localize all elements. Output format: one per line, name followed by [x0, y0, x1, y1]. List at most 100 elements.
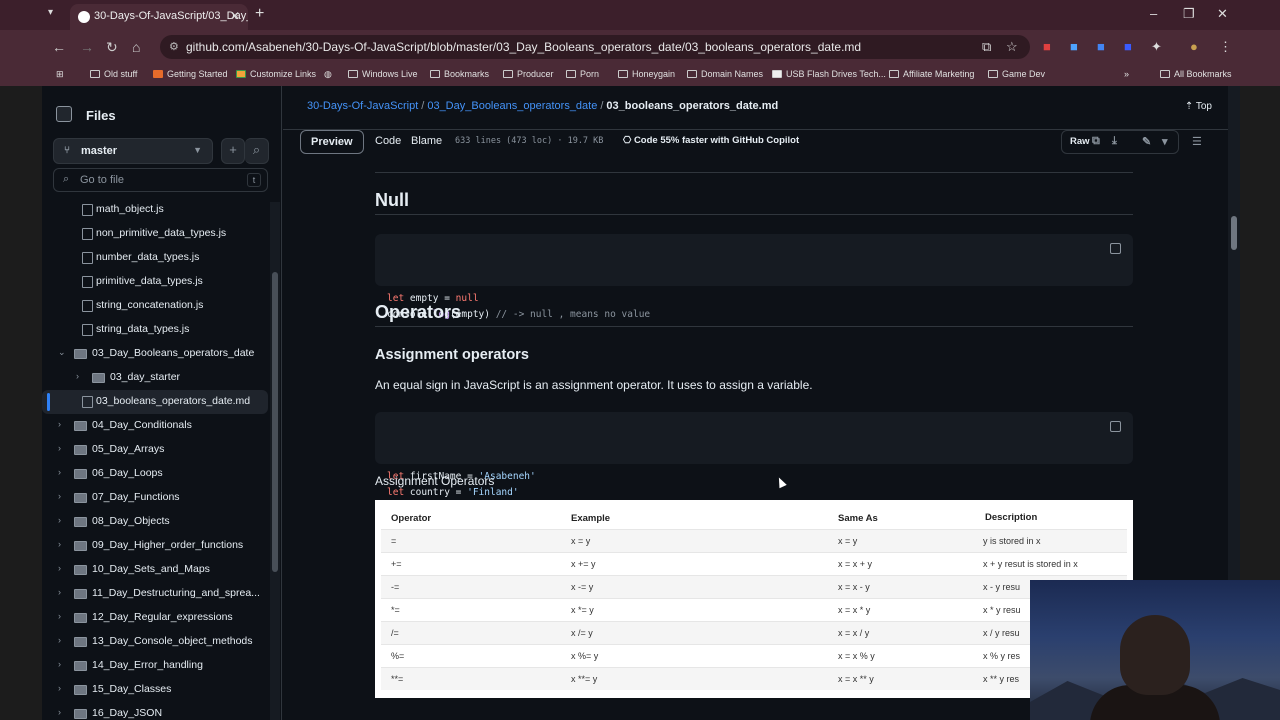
tab-search-icon[interactable]: ▾: [48, 7, 53, 18]
chevron-right-icon[interactable]: ›: [58, 683, 61, 693]
back-icon[interactable]: ←: [52, 39, 66, 55]
tree-item[interactable]: string_concatenation.js: [42, 294, 268, 318]
tree-item[interactable]: › 04_Day_Conditionals: [42, 414, 268, 438]
more-bookmarks-icon[interactable]: »: [1124, 69, 1129, 79]
bookmark-customize-links[interactable]: Customize Links: [236, 69, 316, 79]
edit-dropdown-icon[interactable]: ▾: [1162, 135, 1168, 148]
tree-item[interactable]: ⌄ 03_Day_Booleans_operators_date: [42, 342, 268, 366]
apps-grid-icon[interactable]: ⊞: [56, 69, 64, 80]
bookmark-producer[interactable]: Producer: [503, 69, 554, 79]
translate-icon[interactable]: ■: [1097, 39, 1105, 54]
download-icon[interactable]: ⤓: [1112, 135, 1117, 148]
tree-item[interactable]: number_data_types.js: [42, 246, 268, 270]
all-bookmarks[interactable]: All Bookmarks: [1160, 69, 1232, 79]
outline-icon[interactable]: ☰: [1192, 135, 1202, 148]
top-button[interactable]: ⇡ Top: [1185, 101, 1212, 112]
tree-item[interactable]: non_primitive_data_types.js: [42, 222, 268, 246]
tree-item[interactable]: primitive_data_types.js: [42, 270, 268, 294]
extension-blue-icon[interactable]: ■: [1070, 39, 1078, 54]
breadcrumb-folder[interactable]: 03_Day_Booleans_operators_date: [427, 100, 597, 112]
table-cell: x = x * y: [838, 605, 871, 615]
profile-avatar[interactable]: ●: [1190, 39, 1198, 54]
chevron-right-icon[interactable]: ›: [58, 659, 61, 669]
bookmark-porn[interactable]: Porn: [566, 69, 599, 79]
tree-item[interactable]: › 06_Day_Loops: [42, 462, 268, 486]
bookmark-globe-icon[interactable]: ◍: [324, 69, 332, 80]
bookmark-affiliate-marketing[interactable]: Affiliate Marketing: [889, 69, 974, 79]
bookmark-old-stuff[interactable]: Old stuff: [90, 69, 137, 79]
add-file-button[interactable]: +: [221, 138, 245, 164]
bookmark-honeygain[interactable]: Honeygain: [618, 69, 675, 79]
reload-icon[interactable]: ↻: [106, 39, 118, 56]
bookmark-game-dev[interactable]: Game Dev: [988, 69, 1045, 79]
tree-item[interactable]: › 07_Day_Functions: [42, 486, 268, 510]
go-to-file-input[interactable]: ⌕ Go to file t: [53, 168, 268, 192]
bookmark-star-icon[interactable]: ☆: [1006, 39, 1018, 55]
tree-item[interactable]: › 12_Day_Regular_expressions: [42, 606, 268, 630]
home-icon[interactable]: ⌂: [132, 39, 140, 55]
browser-tab-active[interactable]: 30-Days-Of-JavaScript/03_Day_Bo... ✕: [70, 4, 248, 30]
copilot-banner[interactable]: ⎔ Code 55% faster with GitHub Copilot: [623, 135, 799, 146]
tree-item[interactable]: › 13_Day_Console_object_methods: [42, 630, 268, 654]
tree-item[interactable]: math_object.js: [42, 198, 268, 222]
chevron-right-icon[interactable]: ›: [58, 563, 61, 573]
tree-item[interactable]: › 03_day_starter: [42, 366, 268, 390]
new-tab-icon[interactable]: +: [255, 5, 264, 23]
tree-item[interactable]: 03_booleans_operators_date.md: [42, 390, 268, 414]
tree-item[interactable]: string_data_types.js: [42, 318, 268, 342]
minimize-icon[interactable]: –: [1150, 6, 1157, 21]
branch-selector[interactable]: ⑂ master ▼: [53, 138, 213, 164]
tree-item[interactable]: › 05_Day_Arrays: [42, 438, 268, 462]
extension-vpn-icon[interactable]: ■: [1124, 39, 1132, 54]
bookmark-windows-live[interactable]: Windows Live: [348, 69, 418, 79]
table-caption: Assignment Operators: [375, 474, 495, 488]
copy-icon[interactable]: [1110, 243, 1121, 254]
tree-item[interactable]: › 08_Day_Objects: [42, 510, 268, 534]
tree-item[interactable]: › 14_Day_Error_handling: [42, 654, 268, 678]
chevron-right-icon[interactable]: ›: [58, 515, 61, 525]
chevron-right-icon[interactable]: ›: [58, 539, 61, 549]
bookmark-usb-flash[interactable]: USB Flash Drives Tech...: [772, 69, 886, 79]
collapse-sidebar-icon[interactable]: [56, 106, 72, 122]
tree-item[interactable]: › 10_Day_Sets_and_Maps: [42, 558, 268, 582]
chevron-right-icon[interactable]: ›: [58, 707, 61, 717]
tab-blame[interactable]: Blame: [401, 130, 452, 154]
copy-raw-icon[interactable]: ⧉: [1092, 135, 1100, 148]
chevron-right-icon[interactable]: ›: [58, 467, 61, 477]
edit-pencil-icon[interactable]: ✎: [1142, 135, 1151, 148]
tree-item-label: 08_Day_Objects: [92, 515, 170, 527]
close-window-icon[interactable]: ✕: [1217, 6, 1228, 22]
chevron-right-icon[interactable]: ›: [76, 371, 79, 381]
chevron-right-icon[interactable]: ›: [58, 611, 61, 621]
breadcrumb-repo[interactable]: 30-Days-Of-JavaScript: [307, 100, 418, 112]
chevron-right-icon[interactable]: ›: [58, 635, 61, 645]
url-field[interactable]: ⚙ github.com/Asabeneh/30-Days-Of-JavaScr…: [160, 35, 1030, 59]
extension-red-icon[interactable]: ■: [1043, 39, 1051, 54]
sidebar-scrollbar[interactable]: [270, 202, 280, 720]
search-button[interactable]: ⌕: [245, 138, 269, 164]
chevron-right-icon[interactable]: ›: [58, 491, 61, 501]
chevron-down-icon[interactable]: ⌄: [58, 347, 66, 358]
tree-item[interactable]: › 15_Day_Classes: [42, 678, 268, 702]
tab-preview[interactable]: Preview: [300, 130, 364, 154]
folder-icon: [74, 445, 87, 455]
browser-menu-icon[interactable]: ⋮: [1219, 39, 1232, 55]
bookmark-getting-started[interactable]: Getting Started: [153, 69, 228, 79]
close-tab-icon[interactable]: ✕: [230, 9, 240, 23]
restore-icon[interactable]: ❐: [1183, 6, 1195, 22]
chevron-right-icon[interactable]: ›: [58, 443, 61, 453]
tree-item[interactable]: › 16_Day_JSON: [42, 702, 268, 720]
forward-icon[interactable]: →: [80, 39, 94, 55]
bookmark-domain-names[interactable]: Domain Names: [687, 69, 763, 79]
site-info-icon[interactable]: ⚙: [169, 40, 179, 53]
copy-icon[interactable]: [1110, 421, 1121, 432]
raw-button[interactable]: Raw: [1070, 136, 1090, 147]
extensions-icon[interactable]: ✦: [1151, 39, 1162, 55]
chevron-right-icon[interactable]: ›: [58, 587, 61, 597]
tree-item[interactable]: › 11_Day_Destructuring_and_sprea...: [42, 582, 268, 606]
chevron-right-icon[interactable]: ›: [58, 419, 61, 429]
file-icon: [82, 396, 93, 408]
bookmark-bookmarks[interactable]: Bookmarks: [430, 69, 489, 79]
tree-item[interactable]: › 09_Day_Higher_order_functions: [42, 534, 268, 558]
install-icon[interactable]: ⧉: [982, 39, 991, 55]
